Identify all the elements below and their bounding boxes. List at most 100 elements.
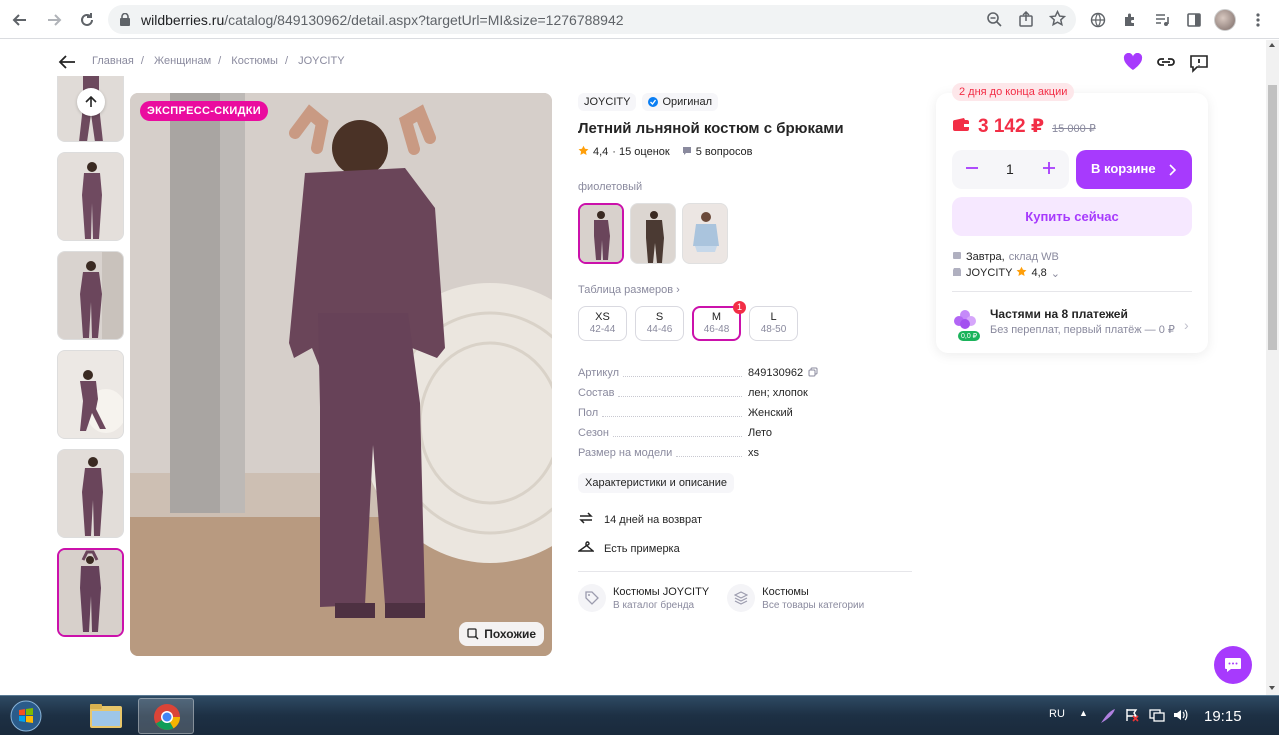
side-panel-icon[interactable] [1182, 8, 1206, 32]
questions-count[interactable]: 5 вопросов [696, 146, 753, 158]
back-arrow-icon[interactable] [58, 54, 76, 75]
tray-expand-icon[interactable]: ▲ [1079, 708, 1088, 718]
similar-button[interactable]: Похожие [459, 622, 544, 646]
thumbnail[interactable] [57, 350, 124, 439]
installments-subtitle: Без переплат, первый платёж — 0 ₽ [990, 324, 1175, 336]
category-subtitle: В каталог бренда [613, 599, 695, 611]
size-range: 46-48 [703, 324, 730, 335]
profile-avatar[interactable] [1213, 8, 1237, 32]
scroll-down-arrow-icon[interactable] [1269, 686, 1275, 690]
size-name: XS [595, 311, 610, 323]
product-title: Летний льняной костюм с брюками [578, 120, 844, 137]
reload-icon[interactable] [75, 8, 99, 32]
translate-icon[interactable] [1086, 8, 1110, 32]
brand-catalog-link[interactable]: Костюмы JOYCITY В каталог бренда [578, 584, 709, 612]
color-swatch[interactable] [682, 203, 728, 264]
thumbnail[interactable] [57, 152, 124, 241]
spec-key: Размер на модели [578, 447, 673, 459]
box-icon [952, 250, 962, 263]
favorite-heart-icon[interactable] [1123, 52, 1143, 76]
category-subtitle: Все товары категории [762, 599, 865, 611]
volume-icon[interactable] [1173, 708, 1189, 725]
quantity-stepper: 1 [952, 150, 1069, 189]
brand-link[interactable]: JOYCITY [578, 93, 637, 111]
thumbnail-list [57, 76, 124, 647]
thumbnail[interactable] [57, 251, 124, 340]
taskbar-explorer[interactable] [78, 698, 134, 734]
size-range: 44-46 [646, 324, 673, 335]
url-text[interactable]: wildberries.ru/catalog/849130962/detail.… [141, 12, 624, 28]
breadcrumb-item[interactable]: Женщинам [154, 55, 211, 67]
product-main-image[interactable]: ЭКСПРЕСС-СКИДКИ Похожие [130, 93, 552, 656]
spec-key: Сезон [578, 427, 609, 439]
breadcrumb-item[interactable]: Главная [92, 55, 134, 67]
language-indicator[interactable]: RU [1049, 708, 1065, 720]
breadcrumb-item[interactable]: Костюмы [231, 55, 278, 67]
increase-button[interactable] [1042, 158, 1056, 181]
network-icon[interactable] [1149, 708, 1165, 725]
feather-icon[interactable] [1099, 707, 1117, 728]
thumbnail[interactable] [57, 76, 124, 142]
scrollbar-thumb[interactable] [1268, 85, 1277, 350]
media-control-icon[interactable] [1150, 8, 1174, 32]
lock-icon[interactable] [119, 12, 131, 31]
plus-icon [1043, 162, 1055, 174]
extensions-icon[interactable] [1118, 8, 1142, 32]
size-option-xs[interactable]: XS 42-44 [578, 306, 627, 341]
size-name: S [655, 311, 664, 323]
layers-icon [727, 584, 756, 612]
flag-icon[interactable] [1125, 708, 1139, 725]
copy-icon[interactable] [808, 367, 818, 380]
category-title: Костюмы JOYCITY [613, 585, 710, 598]
original-label: Оригинал [662, 96, 713, 108]
size-option-m[interactable]: M 46-48 1 [692, 301, 746, 341]
spec-value: Лето [748, 427, 773, 439]
chat-button[interactable] [1214, 646, 1252, 684]
characteristics-button[interactable]: Характеристики и описание [578, 473, 734, 493]
shop-icon [952, 267, 962, 280]
start-button[interactable] [6, 699, 46, 733]
feature-return: 14 дней на возврат [578, 511, 918, 528]
thumbnail[interactable] [57, 449, 124, 538]
buy-now-button[interactable]: Купить сейчас [952, 197, 1192, 236]
breadcrumb-item[interactable]: JOYCITY [298, 55, 344, 67]
zoom-icon[interactable] [986, 11, 1002, 32]
divider [578, 571, 912, 572]
category-link[interactable]: Костюмы Все товары категории [727, 584, 864, 612]
size-option-s[interactable]: S 44-46 [635, 306, 684, 341]
size-option-l[interactable]: L 48-50 [749, 306, 798, 341]
clock[interactable]: 19:15 [1204, 708, 1242, 725]
in-cart-button[interactable]: В корзине [1076, 150, 1192, 189]
share-icon[interactable] [1018, 10, 1034, 32]
star-icon [578, 145, 589, 159]
decrease-button[interactable] [965, 158, 979, 181]
reviews-count[interactable]: · 15 оценок [612, 146, 669, 158]
hanger-icon [576, 540, 595, 557]
folder-icon [90, 704, 122, 728]
copy-link-icon[interactable] [1156, 54, 1176, 75]
color-swatch[interactable] [630, 203, 676, 264]
size-table-link[interactable]: Таблица размеров › [578, 284, 918, 296]
seller-name: JOYCITY [966, 267, 1013, 279]
thumbnail-selected[interactable] [57, 548, 124, 637]
questions-icon [682, 146, 692, 159]
seller-info[interactable]: JOYCITY 4,8 ⌄ [952, 266, 1060, 280]
color-swatches [578, 203, 918, 264]
browser-menu-icon[interactable] [1246, 8, 1270, 32]
page-scrollbar[interactable] [1266, 40, 1279, 695]
spec-key: Состав [578, 387, 615, 399]
report-icon[interactable] [1189, 53, 1209, 78]
bookmark-star-icon[interactable] [1048, 9, 1067, 32]
back-icon[interactable] [8, 8, 32, 32]
scroll-up-button[interactable] [77, 88, 105, 116]
scroll-up-arrow-icon[interactable] [1269, 43, 1275, 47]
address-bar[interactable]: wildberries.ru/catalog/849130962/detail.… [108, 5, 1076, 34]
taskbar-chrome[interactable] [138, 698, 194, 734]
spec-row: Пол Женский [578, 403, 918, 423]
tag-icon [578, 584, 606, 612]
color-swatch-selected[interactable] [578, 203, 624, 264]
star-icon [1016, 266, 1027, 280]
forward-icon[interactable] [42, 8, 66, 32]
installments-block[interactable]: 0,0 ₽ Частями на 8 платежей Без переплат… [952, 305, 1192, 341]
spec-row: Артикул 849130962 [578, 363, 918, 383]
